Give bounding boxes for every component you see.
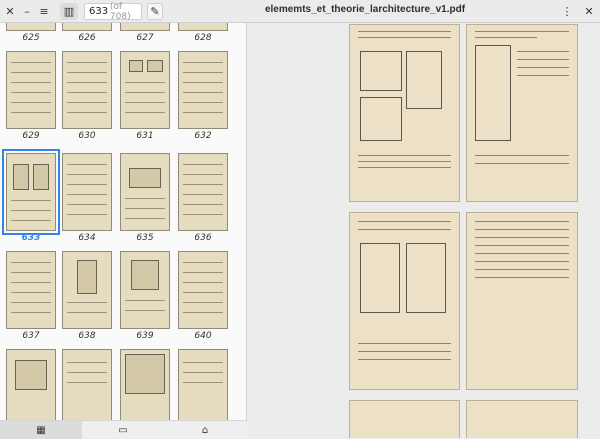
page-thumbnail[interactable] — [6, 51, 56, 129]
page-label: 630 — [78, 131, 96, 141]
document-viewer[interactable] — [248, 23, 600, 438]
sidebar-toggle-icon[interactable]: ▥ — [60, 3, 78, 20]
document-page — [349, 212, 460, 390]
page-thumbnail[interactable] — [62, 51, 112, 129]
page-thumbnail[interactable] — [120, 349, 170, 420]
sidebar-tab-bar: ▦ ▭ ⌂ — [0, 420, 247, 439]
page-thumbnail[interactable] — [120, 51, 170, 129]
close-icon[interactable]: ✕ — [3, 3, 17, 20]
page-thumbnail[interactable] — [178, 23, 228, 31]
page-thumbnail[interactable] — [6, 349, 56, 420]
page-label: 626 — [78, 33, 96, 43]
page-label: 638 — [78, 331, 96, 341]
page-label: 627 — [136, 33, 154, 43]
annotations-icon[interactable]: ▭ — [82, 421, 164, 439]
page-total-label: (of 708) — [109, 1, 131, 22]
page-number-value[interactable]: 633 — [89, 6, 110, 17]
page-label: 632 — [194, 131, 212, 141]
maximize-icon[interactable]: ≡ — [37, 3, 51, 20]
menu-icon[interactable]: ⋮ — [560, 3, 574, 20]
thumbnail-sidebar[interactable]: 625 626 627 628 629 630 631 632 633 634 … — [0, 23, 247, 420]
page-thumbnail[interactable] — [6, 251, 56, 329]
page-label: 637 — [22, 331, 40, 341]
document-title: elememts_et_theorie_larchitecture_v1.pdf — [264, 4, 466, 15]
thumbnails-icon[interactable]: ▦ — [0, 421, 82, 439]
page-thumbnail[interactable] — [120, 153, 170, 231]
page-label: 628 — [194, 33, 212, 43]
page-thumbnail-selected[interactable] — [2, 149, 60, 235]
page-thumbnail[interactable] — [178, 153, 228, 231]
document-page — [466, 400, 578, 438]
document-page — [349, 24, 460, 202]
document-page — [466, 24, 578, 202]
page-thumbnail[interactable] — [62, 349, 112, 420]
edit-icon[interactable]: ✎ — [147, 3, 163, 20]
page-label: 639 — [136, 331, 154, 341]
page-thumbnail[interactable] — [6, 23, 56, 31]
page-thumbnail[interactable] — [178, 349, 228, 420]
page-label: 635 — [136, 233, 154, 243]
page-thumbnail[interactable] — [62, 23, 112, 31]
page-thumbnail[interactable] — [120, 23, 170, 31]
page-label: 640 — [194, 331, 212, 341]
document-page — [466, 212, 578, 390]
page-thumbnail[interactable] — [178, 51, 228, 129]
minimize-icon[interactable]: – — [20, 3, 34, 20]
page-label: 634 — [78, 233, 96, 243]
page-number-field[interactable]: 633 (of 708) — [84, 1, 142, 22]
page-label: 625 — [22, 33, 40, 43]
document-page — [349, 400, 460, 438]
page-thumbnail[interactable] — [62, 153, 112, 231]
page-label: 631 — [136, 131, 154, 141]
page-thumbnail[interactable] — [178, 251, 228, 329]
page-label: 629 — [22, 131, 40, 141]
bookmarks-icon[interactable]: ⌂ — [164, 421, 246, 439]
window-close-icon[interactable]: ✕ — [582, 3, 596, 20]
page-label: 636 — [194, 233, 212, 243]
page-thumbnail[interactable] — [120, 251, 170, 329]
page-thumbnail[interactable] — [62, 251, 112, 329]
page-label: 633 — [21, 233, 41, 243]
titlebar: ✕ – ≡ ▥ 633 (of 708) ✎ elememts_et_theor… — [0, 0, 600, 23]
